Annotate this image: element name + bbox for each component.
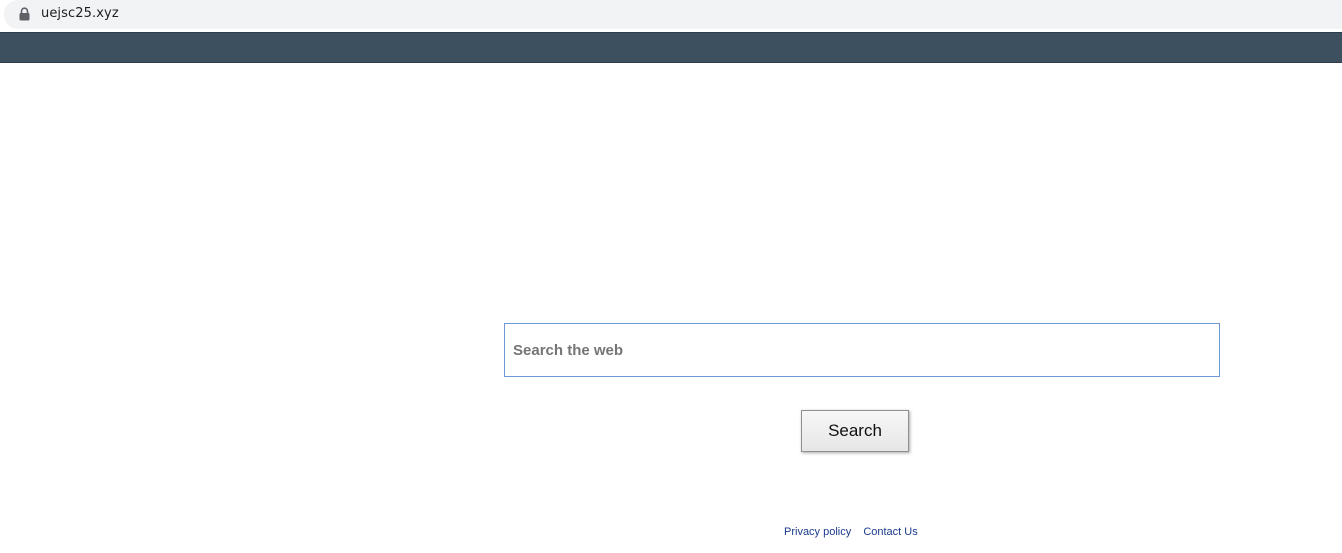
search-input[interactable] bbox=[504, 323, 1220, 377]
lock-icon[interactable] bbox=[19, 7, 30, 21]
url-text[interactable]: uejsc25.xyz bbox=[41, 6, 119, 21]
omnibox[interactable]: uejsc25.xyz bbox=[4, 0, 1342, 29]
search-button[interactable]: Search bbox=[801, 410, 909, 452]
site-header-band bbox=[0, 32, 1342, 63]
contact-us-link[interactable]: Contact Us bbox=[863, 526, 917, 538]
privacy-policy-link[interactable]: Privacy policy bbox=[784, 526, 851, 538]
footer-links: Privacy policy Contact Us bbox=[784, 526, 927, 538]
browser-address-bar: uejsc25.xyz bbox=[0, 0, 1342, 32]
